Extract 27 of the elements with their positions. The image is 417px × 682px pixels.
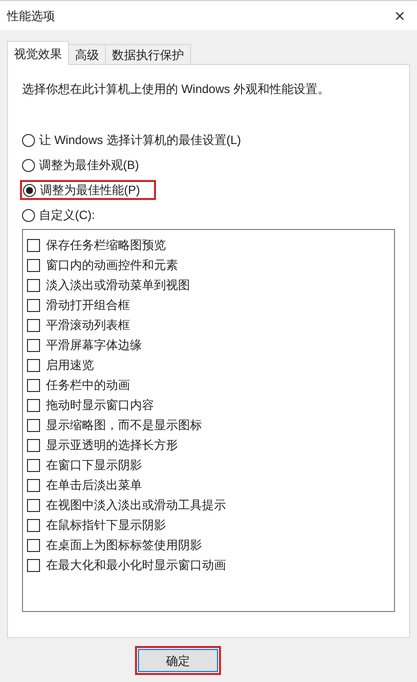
radio-option[interactable]: 调整为最佳性能(P): [20, 180, 156, 200]
tab[interactable]: 视觉效果: [7, 41, 69, 65]
checkbox-item[interactable]: 启用速览: [27, 355, 94, 375]
checkbox-item[interactable]: 在单击后淡出菜单: [27, 475, 142, 495]
window-title: 性能选项: [7, 8, 55, 24]
checkbox-item[interactable]: 窗口内的动画控件和元素: [27, 255, 178, 275]
checkbox-item[interactable]: 平滑滚动列表框: [27, 315, 130, 335]
checkbox-item[interactable]: 保存任务栏缩略图预览: [27, 235, 166, 255]
checkbox-item[interactable]: 滑动打开组合框: [27, 295, 130, 315]
checkbox-item[interactable]: 在桌面上为图标标签使用阴影: [27, 535, 202, 555]
ok-button[interactable]: 确定: [138, 649, 218, 672]
checkbox-item[interactable]: 在视图中淡入淡出或滑动工具提示: [27, 495, 226, 515]
tab[interactable]: 数据执行保护: [105, 44, 191, 64]
radio-option[interactable]: 自定义(C):: [22, 205, 95, 225]
checkbox-item[interactable]: 在窗口下显示阴影: [27, 455, 142, 475]
checkbox-item[interactable]: 拖动时显示窗口内容: [27, 395, 154, 415]
close-button[interactable]: ×: [394, 6, 405, 24]
radio-option[interactable]: 让 Windows 选择计算机的最佳设置(L): [22, 130, 242, 150]
checkbox-item[interactable]: 在鼠标指针下显示阴影: [27, 515, 166, 535]
checkbox-item[interactable]: 显示缩略图，而不是显示图标: [27, 415, 202, 435]
description-text: 选择你想在此计算机上使用的 Windows 外观和性能设置。: [22, 81, 330, 98]
checkbox-item[interactable]: 淡入淡出或滑动菜单到视图: [27, 275, 190, 295]
checkbox-item[interactable]: 任务栏中的动画: [27, 375, 130, 395]
checkbox-item[interactable]: 在最大化和最小化时显示窗口动画: [27, 555, 226, 575]
checkbox-item[interactable]: 平滑屏幕字体边缘: [27, 335, 142, 355]
radio-option[interactable]: 调整为最佳外观(B): [22, 155, 139, 175]
checkbox-item[interactable]: 显示亚透明的选择长方形: [27, 435, 178, 455]
